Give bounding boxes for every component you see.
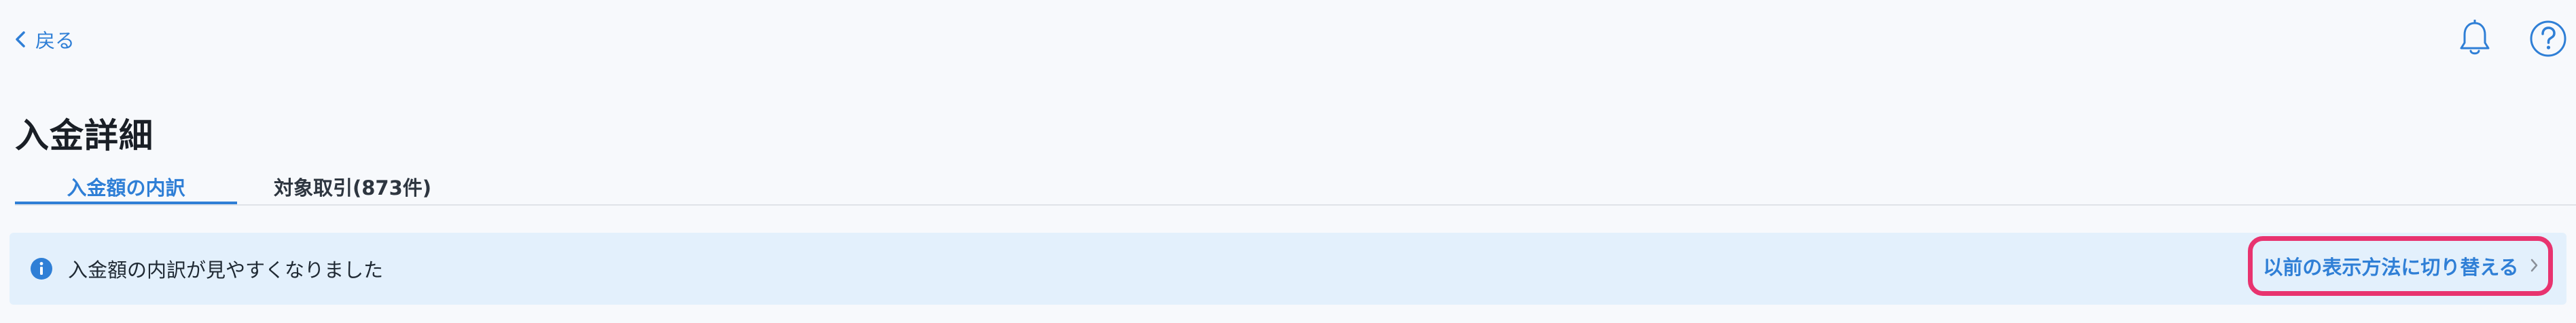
tab-target-transactions[interactable]: 対象取引(873件) bbox=[237, 166, 468, 205]
switch-display-button[interactable]: 以前の表示方法に切り替える bbox=[2248, 236, 2553, 296]
info-icon bbox=[30, 257, 53, 280]
chevron-left-icon bbox=[15, 31, 26, 48]
tabs-divider bbox=[15, 204, 2576, 206]
back-link-label: 戻る bbox=[35, 29, 75, 52]
page-title: 入金詳細 bbox=[15, 116, 154, 155]
info-banner: 入金額の内訳が見やすくなりました 以前の表示方法に切り替える bbox=[10, 233, 2566, 305]
switch-display-label: 以前の表示方法に切り替える bbox=[2263, 256, 2519, 279]
tab-bar: 入金額の内訳 対象取引(873件) bbox=[15, 166, 2576, 205]
tab-label: 入金額の内訳 bbox=[67, 176, 185, 200]
tab-label: 対象取引(873件) bbox=[273, 176, 432, 200]
back-link[interactable]: 戻る bbox=[15, 26, 75, 53]
tab-deposit-breakdown[interactable]: 入金額の内訳 bbox=[15, 166, 237, 205]
banner-message: 入金額の内訳が見やすくなりました bbox=[68, 259, 384, 282]
chevron-right-icon bbox=[2530, 254, 2538, 278]
bell-icon[interactable] bbox=[2455, 19, 2494, 58]
help-icon[interactable] bbox=[2528, 19, 2568, 58]
header-actions bbox=[2455, 19, 2568, 58]
